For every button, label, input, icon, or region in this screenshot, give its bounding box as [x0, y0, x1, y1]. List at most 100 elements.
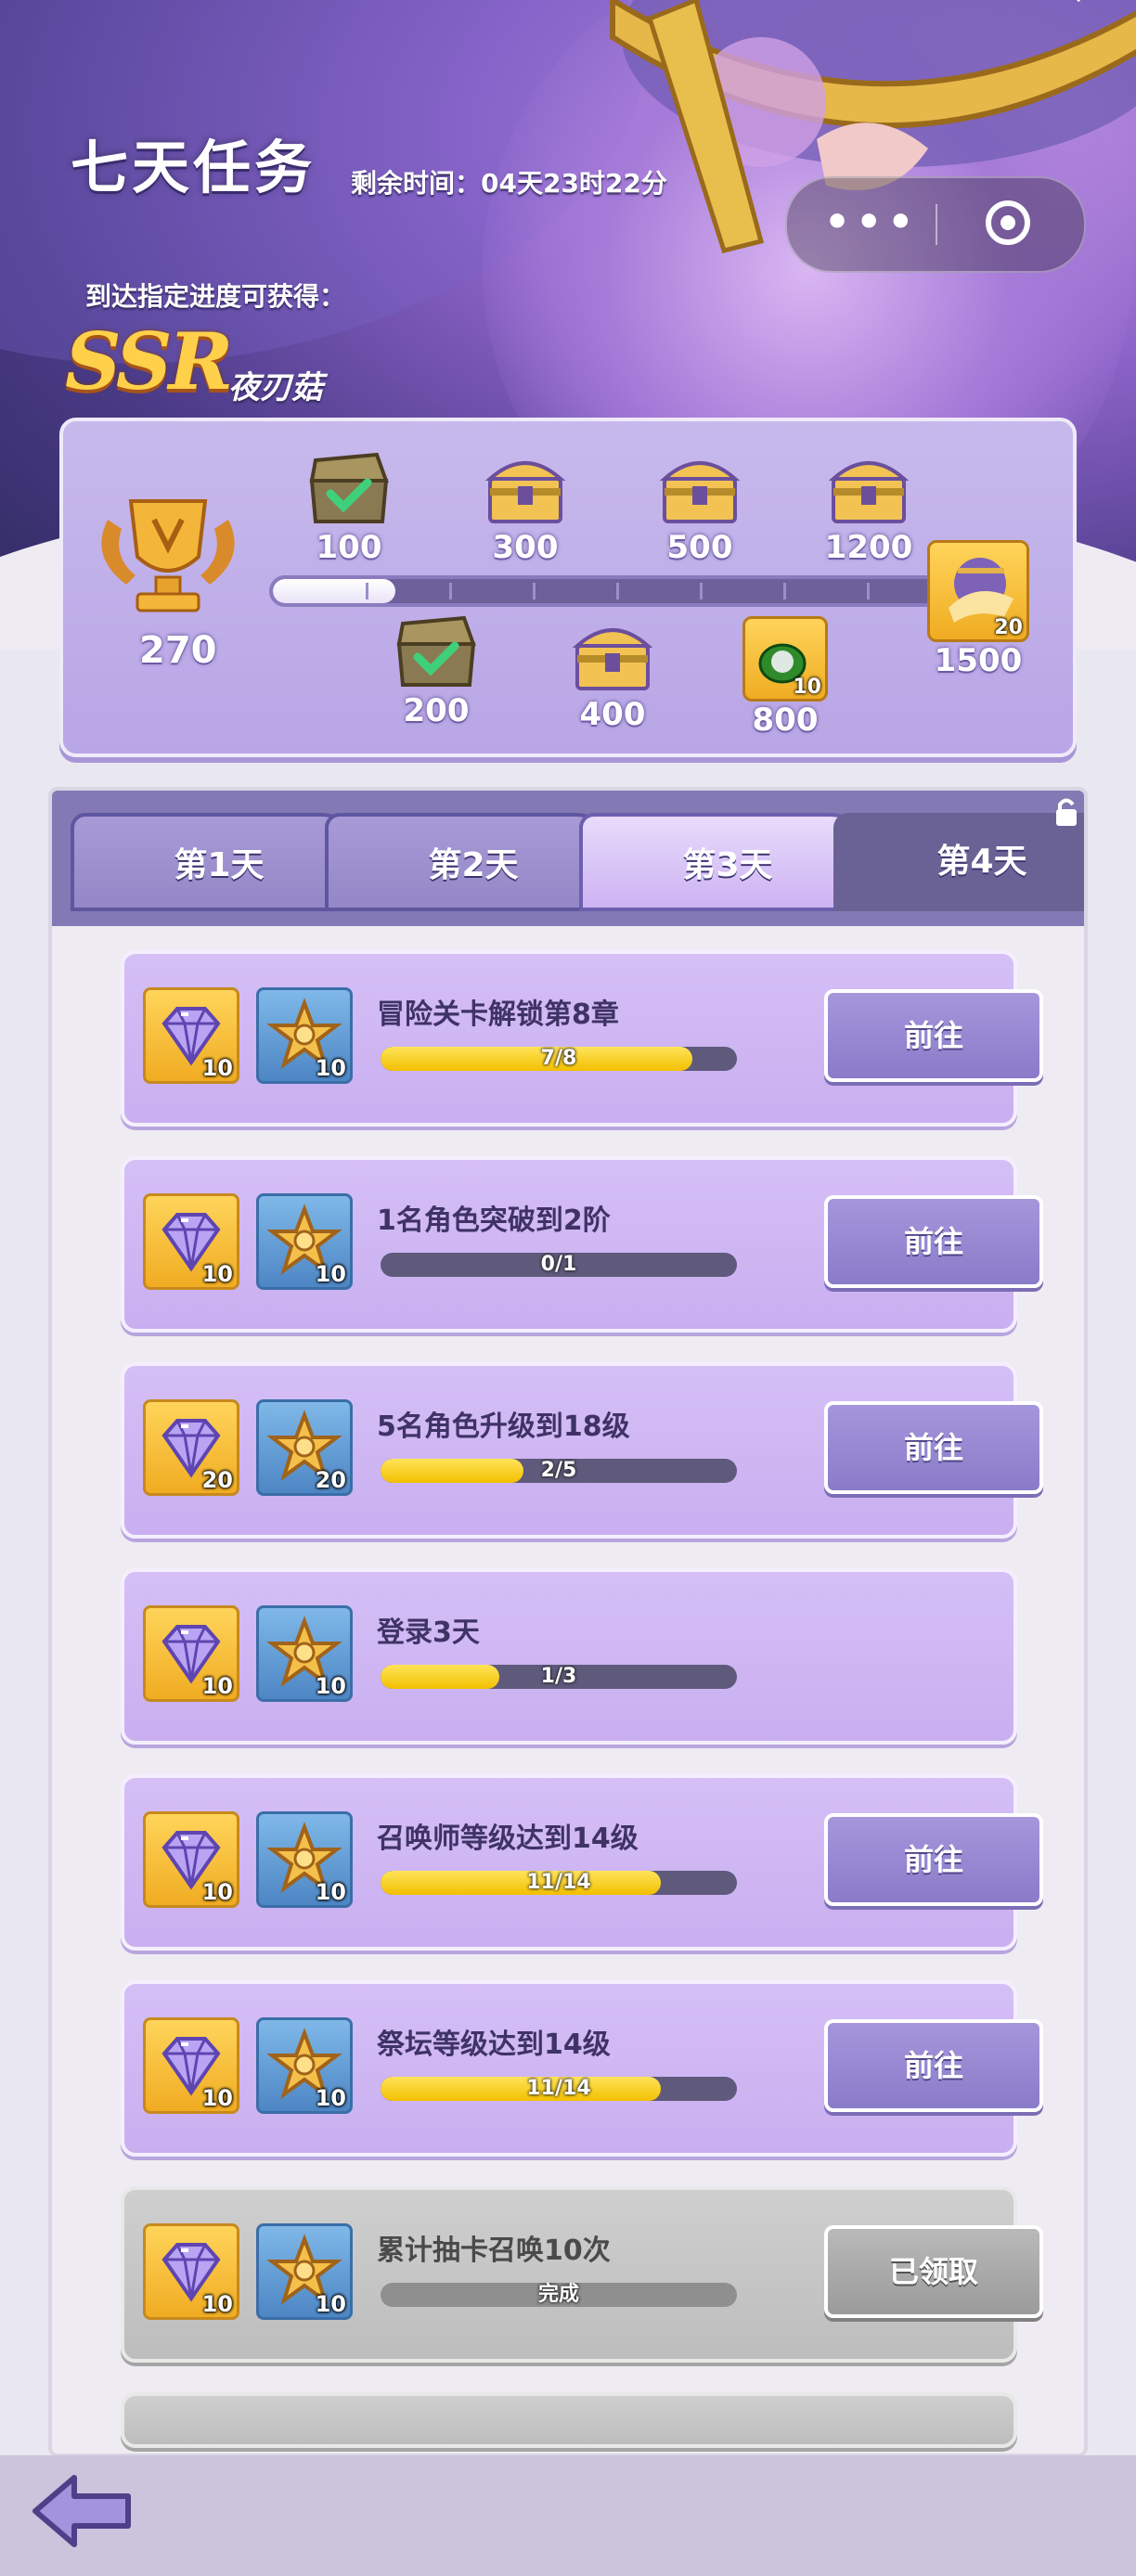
gem-count: 10	[201, 1673, 233, 1699]
item-count: 20	[994, 616, 1023, 639]
gem-reward: 10	[143, 1193, 239, 1290]
day-tab-bar: 第1天 第2天 第3天 第4天	[52, 791, 1084, 926]
gem-count: 10	[201, 2085, 233, 2111]
milestone-label: 200	[403, 692, 470, 729]
gem-count: 10	[201, 1879, 233, 1905]
tab-day-4[interactable]: 第4天	[833, 813, 1084, 911]
milestone-label: 1500	[934, 642, 1023, 679]
task-progress-bar: 7/8	[381, 1047, 737, 1071]
go-button[interactable]: 前往	[824, 1813, 1043, 1906]
task-progress-text: 完成	[537, 2283, 579, 2306]
star-reward: 10	[256, 2017, 353, 2114]
task-progress-bar: 11/14	[381, 2077, 737, 2101]
trophy-icon	[101, 499, 235, 612]
more-button[interactable]: •••	[824, 199, 919, 246]
task-progress-text: 1/3	[540, 1665, 577, 1688]
ssr-rank-label: SSR	[65, 316, 233, 407]
green-orb-item-icon: 10	[742, 616, 828, 702]
milestone-label: 800	[752, 702, 819, 739]
task-row-partial	[121, 2392, 1017, 2448]
milestone-1200[interactable]: 1200	[813, 453, 924, 566]
tab-day-3[interactable]: 第3天	[579, 813, 876, 911]
gem-count: 10	[201, 1055, 233, 1081]
star-reward: 10	[256, 1605, 353, 1702]
go-button[interactable]: 前往	[824, 989, 1043, 1082]
chest-icon	[659, 461, 741, 523]
task-row: 10 10 1名角色突破到2阶 0/1 前往	[121, 1156, 1043, 1333]
gem-reward: 10	[143, 987, 239, 1084]
chest-icon	[484, 461, 566, 523]
track-tick	[616, 583, 619, 599]
milestone-500[interactable]: 500	[644, 453, 755, 566]
milestone-400[interactable]: 400	[557, 620, 668, 733]
open-chest-claimed-icon	[396, 615, 476, 687]
star-count: 10	[315, 1879, 346, 1905]
milestone-label: 400	[579, 696, 646, 733]
milestone-label: 1200	[824, 529, 913, 566]
track-tick	[867, 583, 870, 599]
task-progress-text: 2/5	[540, 1459, 577, 1482]
go-button[interactable]: 前往	[824, 1401, 1043, 1494]
star-reward: 10	[256, 2223, 353, 2320]
task-title: 1名角色突破到2阶	[377, 1204, 611, 1237]
gem-count: 10	[201, 1261, 233, 1287]
gem-reward: 10	[143, 2017, 239, 2114]
open-chest-claimed-icon	[309, 452, 389, 523]
gem-reward: 20	[143, 1399, 239, 1496]
milestone-1500[interactable]: 20 1500	[923, 540, 1034, 679]
task-row: 10 10 召唤师等级达到14级 11/14 前往	[121, 1774, 1043, 1951]
task-progress-bar: 2/5	[381, 1459, 737, 1483]
task-row: 20 20 5名角色升级到18级 2/5 前往	[121, 1362, 1043, 1539]
milestone-800[interactable]: 10 800	[729, 616, 841, 739]
progress-track	[269, 575, 956, 607]
chest-icon	[828, 461, 910, 523]
lock-icon	[1056, 798, 1077, 826]
milestone-100[interactable]: 100	[293, 452, 405, 566]
reward-subtitle: 到达指定进度可获得：	[85, 281, 346, 312]
star-count: 10	[315, 1261, 346, 1287]
task-progress-bar: 1/3	[381, 1665, 737, 1689]
tab-day-2[interactable]: 第2天	[325, 813, 622, 911]
track-tick	[700, 583, 703, 599]
ssr-card-icon: 20	[927, 540, 1029, 642]
task-progress-text: 7/8	[540, 1047, 577, 1070]
chest-icon	[572, 628, 653, 690]
ssr-character-name: 夜刃菇	[228, 369, 323, 406]
milestone-200[interactable]: 200	[381, 615, 492, 729]
progress-fill	[273, 579, 395, 603]
task-progress-text: 0/1	[540, 1253, 577, 1276]
task-title: 累计抽卡召唤10次	[377, 2235, 611, 2267]
mini-program-capsule: •••	[785, 176, 1086, 273]
star-count: 10	[315, 1673, 346, 1699]
go-button[interactable]: 前往	[824, 1195, 1043, 1288]
gem-reward: 10	[143, 1605, 239, 1702]
track-tick	[449, 583, 452, 599]
progress-points: 270	[139, 629, 217, 672]
task-row: 10 10 祭坛等级达到14级 11/14 前往	[121, 1980, 1043, 2157]
gem-count: 10	[201, 2291, 233, 2317]
claimed-button[interactable]: 已领取	[824, 2225, 1043, 2318]
star-reward: 20	[256, 1399, 353, 1496]
task-progress-text: 11/14	[526, 2077, 591, 2100]
tab-day-1[interactable]: 第1天	[71, 813, 368, 911]
task-progress-text: 11/14	[526, 1871, 591, 1894]
close-target-icon[interactable]	[986, 200, 1030, 245]
task-title: 祭坛等级达到14级	[377, 2029, 611, 2061]
task-row: 10 10 累计抽卡召唤10次 完成 已领取	[121, 2186, 1043, 2363]
task-list-panel: 第1天 第2天 第3天 第4天 10 10 冒险关卡解锁第8章 7/8 前往 1…	[48, 787, 1088, 2457]
gem-reward: 10	[143, 2223, 239, 2320]
star-reward: 10	[256, 1811, 353, 1908]
task-title: 5名角色升级到18级	[377, 1410, 630, 1443]
star-reward: 10	[256, 1193, 353, 1290]
back-arrow-icon[interactable]	[28, 2472, 139, 2550]
task-progress-bar: 完成	[381, 2283, 737, 2307]
task-title: 召唤师等级达到14级	[377, 1823, 639, 1855]
go-button[interactable]: 前往	[824, 2019, 1043, 2112]
star-count: 20	[315, 1467, 346, 1493]
remaining-time: 剩余时间：04天23时22分	[351, 168, 667, 199]
milestone-300[interactable]: 300	[470, 453, 581, 566]
star-count: 10	[315, 2085, 346, 2111]
gem-count: 20	[201, 1467, 233, 1493]
task-row: 10 10 冒险关卡解锁第8章 7/8 前往	[121, 950, 1043, 1127]
milestone-label: 300	[492, 529, 559, 566]
